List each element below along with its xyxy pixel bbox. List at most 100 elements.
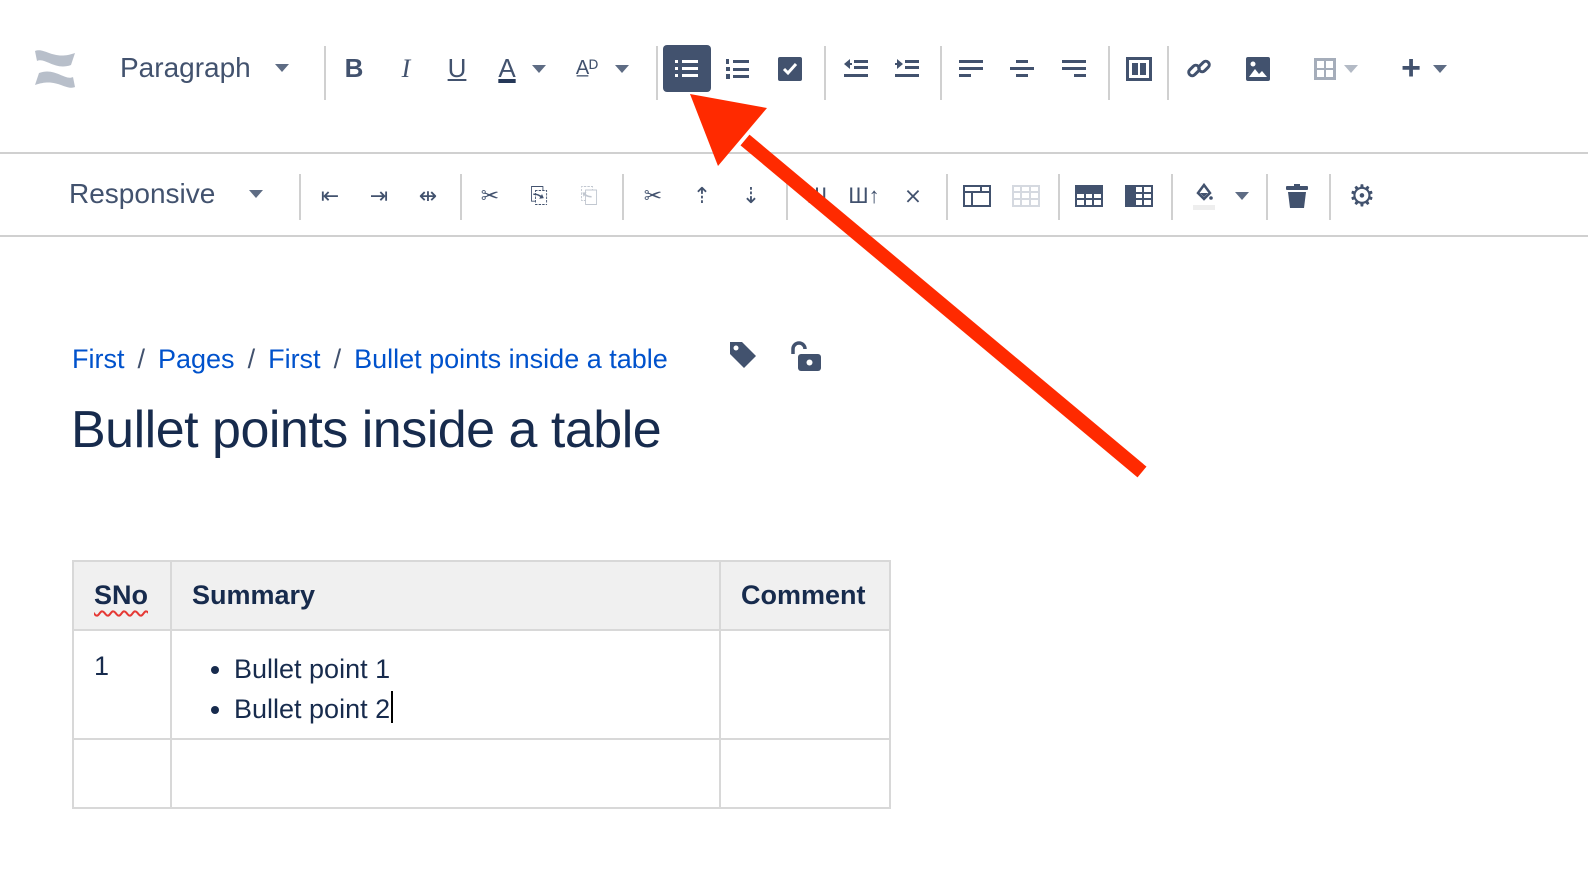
delete-table-icon[interactable]	[1277, 174, 1317, 218]
table-width-label: Responsive	[69, 178, 216, 209]
table-dropdown[interactable]	[1343, 45, 1359, 92]
divider	[299, 174, 301, 220]
header-column-icon[interactable]	[1119, 174, 1159, 218]
breadcrumb-link[interactable]: Pages	[158, 344, 235, 374]
table-cell[interactable]	[72, 738, 172, 809]
list-item: Bullet point 2	[234, 689, 699, 729]
table-row	[72, 738, 891, 809]
copy-column-icon[interactable]: ⇡	[682, 174, 722, 218]
row-delete-icon[interactable]: ⇹	[408, 174, 448, 218]
numbered-list-icon[interactable]	[718, 45, 758, 92]
table-icon[interactable]	[1305, 45, 1345, 92]
breadcrumb-link[interactable]: First	[72, 344, 124, 374]
divider	[946, 174, 948, 220]
cut-column-icon[interactable]: ✂	[633, 174, 673, 218]
chevron-down-icon	[249, 190, 264, 198]
divider	[786, 174, 788, 220]
copy-row-icon[interactable]: ⎘	[519, 174, 559, 218]
table-header-row: SNo Summary Comment	[72, 560, 891, 631]
table-header-cell[interactable]: SNo	[72, 560, 172, 631]
divider	[656, 46, 658, 100]
table-settings-icon[interactable]: ⚙	[1342, 174, 1382, 218]
column-insert-before-icon[interactable]: Ш	[797, 174, 837, 218]
align-center-icon[interactable]	[1002, 45, 1042, 92]
divider	[824, 46, 826, 100]
header-sno: SNo	[94, 580, 148, 610]
cut-row-icon[interactable]: ✂	[470, 174, 510, 218]
table-cell[interactable]	[170, 738, 721, 809]
cell-color-dropdown[interactable]	[1234, 174, 1250, 218]
task-list-icon[interactable]	[770, 45, 810, 92]
breadcrumb: First / Pages / First / Bullet points inside a…	[72, 344, 668, 375]
image-icon[interactable]	[1238, 45, 1278, 92]
cell-color-icon[interactable]	[1184, 174, 1224, 218]
row-insert-after-icon[interactable]: ⇥	[359, 174, 399, 218]
divider	[1171, 174, 1173, 220]
unlock-icon[interactable]	[789, 340, 823, 374]
merge-cells-icon[interactable]	[957, 174, 997, 218]
italic-icon[interactable]: I	[386, 45, 426, 92]
indent-icon[interactable]	[887, 45, 927, 92]
chevron-down-icon	[615, 64, 629, 73]
table-cell[interactable]	[719, 738, 891, 809]
table-cell[interactable]: Bullet point 1 Bullet point 2	[170, 629, 721, 740]
header-row-icon[interactable]	[1069, 174, 1109, 218]
divider	[1167, 46, 1169, 100]
list-item-text: Bullet point 2	[234, 694, 391, 724]
breadcrumb-link[interactable]: Bullet points inside a table	[354, 344, 668, 374]
paragraph-style-select[interactable]: Paragraph	[120, 52, 289, 84]
table-header-cell[interactable]: Summary	[170, 560, 721, 631]
align-right-icon[interactable]	[1054, 45, 1094, 92]
text-format-dropdown[interactable]	[614, 45, 630, 92]
outdent-icon[interactable]	[836, 45, 876, 92]
text-color-dropdown[interactable]	[531, 45, 547, 92]
list-item: Bullet point 1	[234, 649, 699, 689]
label-icon[interactable]	[728, 340, 758, 370]
table-header-cell[interactable]: Comment	[719, 560, 891, 631]
chevron-down-icon	[1235, 192, 1249, 200]
breadcrumb-separator: /	[247, 344, 256, 374]
breadcrumb-link[interactable]: First	[268, 344, 320, 374]
sno-value: 1	[94, 651, 110, 681]
column-insert-after-icon[interactable]: Ш↑	[844, 174, 884, 218]
table-width-select[interactable]: Responsive	[69, 178, 264, 210]
paste-row-icon[interactable]: ⎗	[569, 174, 609, 218]
insert-more-icon[interactable]: +	[1391, 45, 1431, 92]
list-item-text: Bullet point 1	[234, 654, 391, 684]
bold-icon[interactable]: B	[334, 45, 374, 92]
header-summary: Summary	[192, 580, 316, 610]
divider	[1266, 174, 1268, 220]
divider	[460, 174, 462, 220]
chevron-down-icon	[1433, 64, 1447, 73]
page-layout-icon[interactable]	[1119, 45, 1159, 92]
page-title[interactable]: Bullet points inside a table	[71, 400, 662, 460]
chevron-down-icon	[274, 64, 289, 72]
row-insert-before-icon[interactable]: ⇤	[310, 174, 350, 218]
text-format-icon[interactable]: A̲ᴰ	[567, 45, 607, 92]
divider	[940, 46, 942, 100]
chevron-down-icon	[1344, 64, 1358, 73]
text-cursor	[391, 691, 394, 723]
table-toolbar: Responsive ⇤ ⇥ ⇹ ✂ ⎘ ⎗ ✂ ⇡ ⇣ Ш Ш↑ ⨯ ⚙	[0, 154, 1588, 237]
column-delete-icon[interactable]: ⨯	[893, 174, 933, 218]
insert-more-dropdown[interactable]	[1432, 45, 1448, 92]
table-cell[interactable]	[719, 629, 891, 740]
table-row: 1 Bullet point 1 Bullet point 2	[72, 629, 891, 740]
divider	[1058, 174, 1060, 220]
text-color-icon[interactable]: A	[487, 45, 527, 92]
underline-icon[interactable]: U	[437, 45, 477, 92]
table-cell[interactable]: 1	[72, 629, 172, 740]
split-cell-icon[interactable]	[1006, 174, 1046, 218]
header-comment: Comment	[741, 580, 866, 610]
align-left-icon[interactable]	[951, 45, 991, 92]
chevron-down-icon	[532, 64, 546, 73]
divider	[324, 46, 326, 100]
editor-toolbar: Paragraph B I U A A̲ᴰ +	[0, 0, 1588, 154]
confluence-logo[interactable]	[27, 45, 83, 92]
content-table: SNo Summary Comment 1 Bullet point 1 Bul…	[72, 560, 891, 809]
bullet-list-icon[interactable]	[663, 45, 711, 92]
paste-column-icon[interactable]: ⇣	[731, 174, 771, 218]
link-icon[interactable]	[1179, 45, 1219, 92]
divider	[1329, 174, 1331, 220]
breadcrumb-separator: /	[333, 344, 342, 374]
